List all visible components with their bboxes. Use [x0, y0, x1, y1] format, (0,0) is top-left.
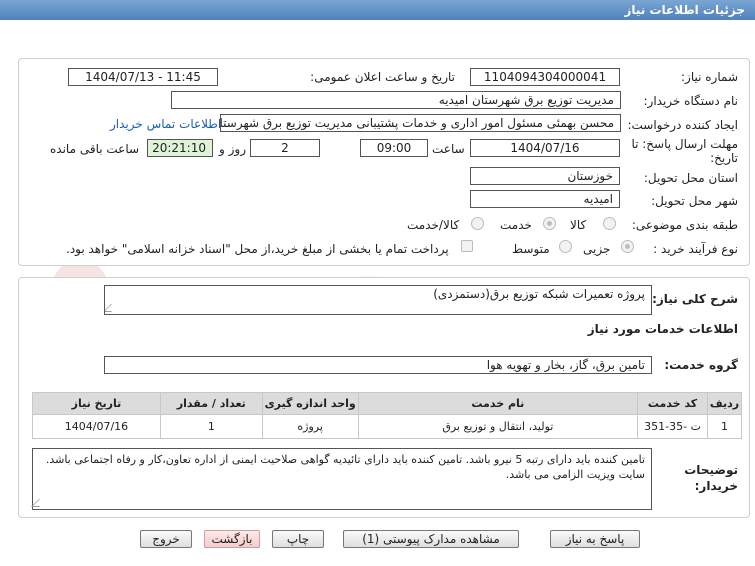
resize-grip-icon[interactable] [105, 304, 119, 312]
announce-datetime-label: تاریخ و ساعت اعلان عمومی: [310, 70, 455, 84]
category-label: طبقه بندی موضوعی: [631, 218, 738, 232]
cell-unit: پروژه [261, 414, 359, 439]
process-minor-label: جزیی [583, 242, 611, 256]
col-header-service-name: نام خدمت [357, 392, 639, 415]
notes-resize-grip-icon[interactable] [31, 499, 47, 507]
category-service-radio[interactable] [543, 217, 556, 230]
category-goods-label: کالا [570, 218, 587, 232]
deadline-days-label: روز و [219, 142, 246, 156]
back-button[interactable]: بازگشت [204, 530, 260, 548]
col-header-quantity: تعداد / مقدار [159, 392, 263, 415]
treasury-payment-checkbox[interactable] [461, 240, 473, 252]
reply-button[interactable]: پاسخ به نیاز [550, 530, 640, 548]
requester-label: ایجاد کننده درخواست: [627, 118, 738, 132]
remaining-time-label: ساعت باقی مانده [50, 142, 140, 156]
deadline-label-date: تاریخ: [710, 151, 738, 165]
buyer-contact-link[interactable]: اطلاعات تماس خریدار [110, 117, 221, 131]
deadline-time-field: 09:00 [360, 139, 428, 157]
need-number-label: شماره نیاز: [681, 70, 738, 84]
cell-quantity: 1 [159, 414, 263, 439]
services-section-title: اطلاعات خدمات مورد نیاز [587, 322, 738, 336]
cell-service-code: ت -35-351 [637, 414, 709, 439]
attachments-button[interactable]: مشاهده مدارک پیوستی (1) [343, 530, 519, 548]
category-both-label: کالا/خدمت [407, 218, 460, 232]
page-title: جزئیات اطلاعات نیاز [624, 3, 745, 17]
exit-button[interactable]: خروج [140, 530, 192, 548]
remaining-time-field: 20:21:10 [147, 139, 213, 157]
buyer-notes-label-2: خریدار: [694, 479, 738, 493]
services-table: ردیف کد خدمت نام خدمت واحد اندازه گیری ت… [32, 392, 742, 439]
buyer-org-field: مدیریت توزیع برق شهرستان امیدیه [171, 91, 621, 109]
process-medium-label: متوسط [512, 242, 550, 256]
deadline-label: مهلت ارسال پاسخ: تا [631, 137, 738, 151]
col-header-unit: واحد اندازه گیری [261, 392, 359, 415]
cell-need-date: 1404/07/16 [32, 414, 161, 439]
category-goods-radio[interactable] [603, 217, 616, 230]
requester-field: محسن بهمئی مسئول امور اداری و خدمات پشتی… [220, 114, 621, 132]
treasury-payment-note: پرداخت تمام یا بخشی از مبلغ خرید،از محل … [66, 242, 449, 256]
buyer-org-label: نام دستگاه خریدار: [643, 94, 739, 108]
need-summary-text: پروژه تعمیرات شبکه توزیع برق(دستمزدی) [433, 287, 645, 301]
cell-row-no: 1 [707, 414, 742, 439]
table-row: 1 ت -35-351 تولید، انتقال و توزیع برق پر… [32, 414, 742, 439]
need-number-field: 1104094304000041 [470, 68, 620, 86]
process-medium-radio[interactable] [559, 240, 572, 253]
deadline-time-label: ساعت [432, 142, 465, 156]
city-label: شهر محل تحویل: [651, 194, 738, 208]
buyer-notes-label: توضیحات [684, 463, 738, 477]
table-header-row: ردیف کد خدمت نام خدمت واحد اندازه گیری ت… [32, 392, 742, 415]
deadline-date-field: 1404/07/16 [470, 139, 620, 157]
category-both-radio[interactable] [471, 217, 484, 230]
city-field: امیدیه [470, 190, 620, 208]
service-group-label: گروه خدمت: [664, 358, 738, 372]
col-header-need-date: تاریخ نیاز [32, 392, 161, 415]
buyer-notes-field: تامین کننده باید دارای رتبه 5 نیرو باشد.… [31, 448, 652, 510]
process-type-label: نوع فرآیند خرید : [653, 242, 738, 256]
print-button[interactable]: چاپ [272, 530, 324, 548]
service-group-field: تامین برق، گاز، بخار و تهویه هوا [104, 356, 652, 374]
province-field: خوزستان [470, 167, 620, 185]
category-service-label: خدمت [500, 218, 532, 232]
deadline-days-field: 2 [250, 139, 320, 157]
process-minor-radio[interactable] [621, 240, 634, 253]
page-title-bar: جزئیات اطلاعات نیاز [0, 0, 755, 20]
need-summary-label: شرح کلی نیاز: [652, 292, 738, 306]
need-summary-field: پروژه تعمیرات شبکه توزیع برق(دستمزدی) [104, 285, 652, 315]
cell-service-name: تولید، انتقال و توزیع برق [357, 414, 639, 439]
buyer-notes-text: تامین کننده باید دارای رتبه 5 نیرو باشد.… [45, 453, 645, 481]
announce-datetime-field: 1404/07/13 - 11:45 [68, 68, 218, 86]
need-info-panel [18, 58, 750, 266]
col-header-service-code: کد خدمت [637, 392, 709, 415]
col-header-row-no: ردیف [707, 392, 742, 415]
province-label: استان محل تحویل: [643, 171, 738, 185]
